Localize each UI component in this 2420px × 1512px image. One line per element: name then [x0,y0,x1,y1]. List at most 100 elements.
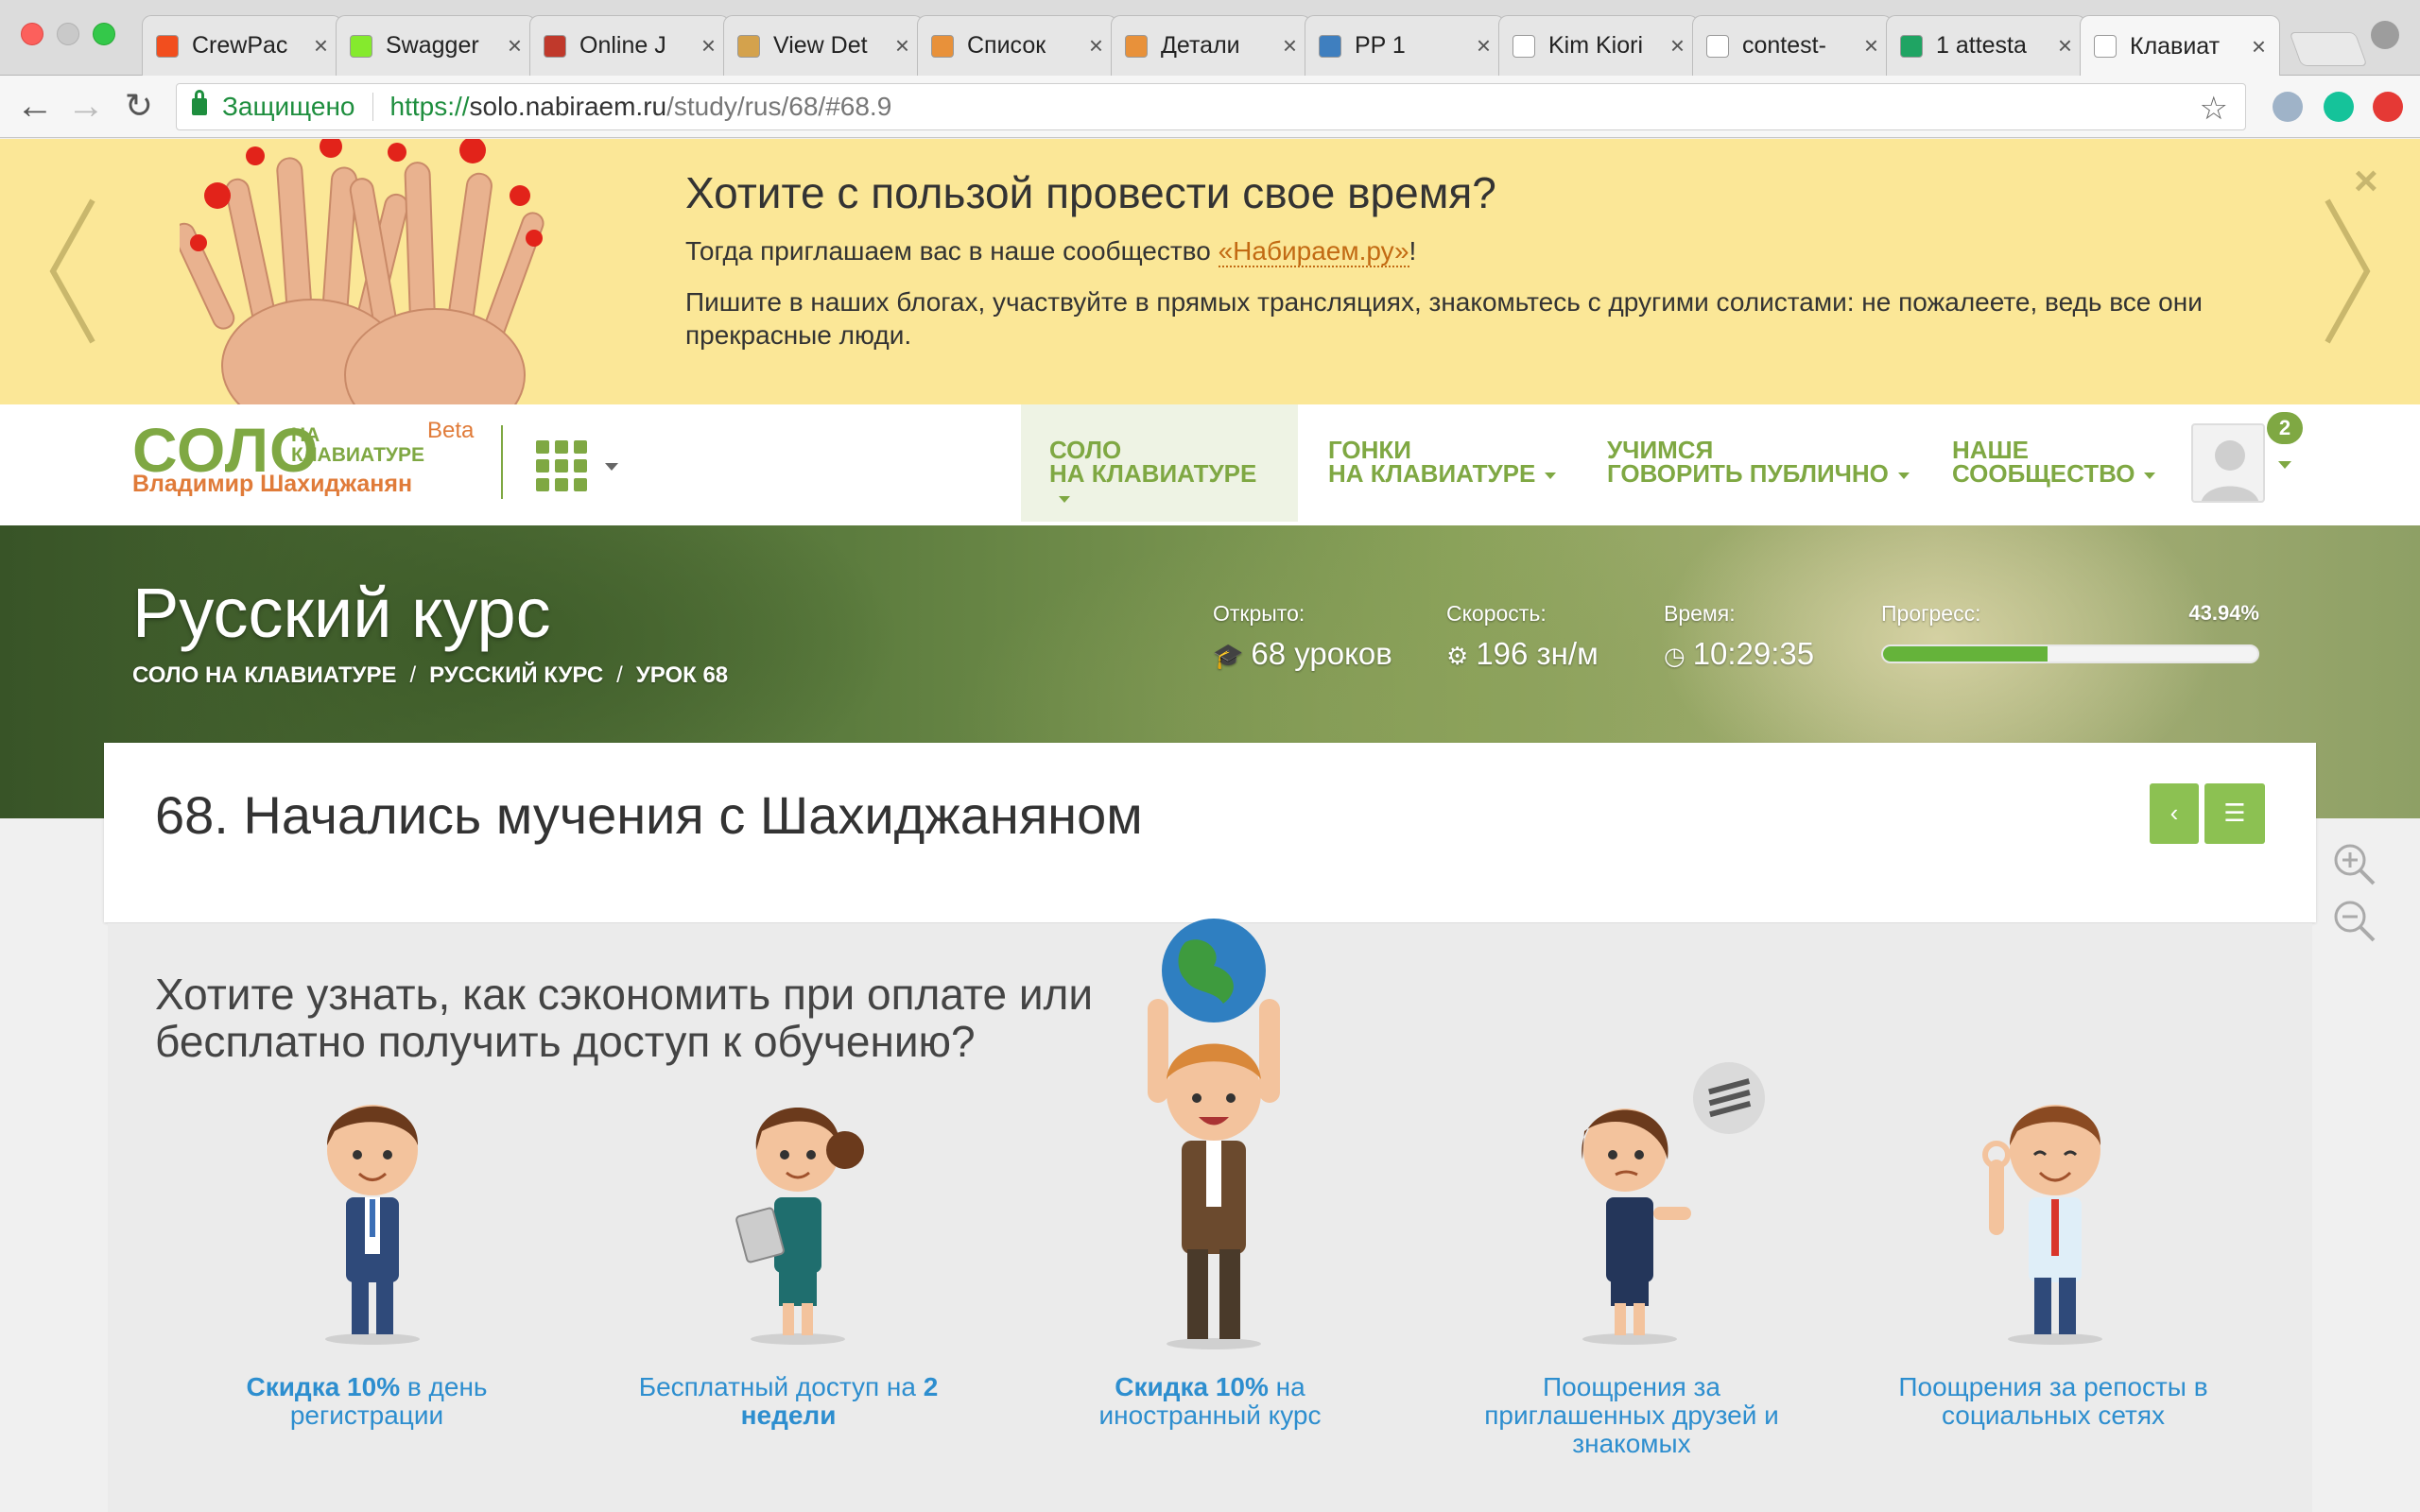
tab-close-icon[interactable]: × [1477,31,1491,60]
browser-profile-icon[interactable] [2371,21,2399,49]
offer-1-highlight: Скидка 10% [246,1372,401,1401]
window-close-button[interactable] [21,23,43,45]
extension-alert-icon[interactable] [2373,92,2403,122]
forward-arrow-icon[interactable]: → [64,85,108,129]
ok-gesture-man-figure [1982,1105,2102,1345]
tab-title: 1 attesta [1936,32,2027,59]
tab-title: View Det [773,32,868,59]
chevron-down-icon [2144,472,2156,479]
promo-next-arrow-icon[interactable] [2318,196,2375,347]
nav-solo-line2: НА КЛАВИАТУРЕ [1049,459,1257,488]
stat-opened-value: 68 уроков [1251,636,1392,671]
nav-races-line2: НА КЛАВИАТУРЕ [1328,459,1536,488]
header-divider [501,425,503,499]
stat-time-label: Время: [1664,601,1736,626]
lesson-card: 68. Начались мучения с Шахиджаняном ‹ ☰ [104,743,2316,922]
tab-title: Список [967,32,1046,59]
browser-tab[interactable]: CrewPac × [142,15,342,76]
avatar[interactable] [2191,423,2265,503]
businesswoman-tablet-figure [735,1108,864,1345]
man-with-globe-figure [1148,919,1280,1349]
promo-invite-text: Тогда приглашаем вас в наше сообщество «… [685,236,1416,267]
chevron-down-icon[interactable] [605,463,618,471]
browser-tab[interactable]: 1 attesta × [1886,15,2086,76]
tab-favicon-icon [350,34,372,58]
offer-referral-rewards[interactable]: Поощрения за приглашенных друзей и знако… [1452,1373,1811,1458]
reload-icon[interactable]: ↻ [117,85,161,129]
nav-community[interactable]: НАШЕ СООБЩЕСТВО [1924,404,2184,522]
offer-3-highlight: Скидка 10% [1115,1372,1269,1401]
lesson-list-button[interactable]: ☰ [2204,783,2265,844]
extension-icon[interactable] [2273,92,2303,122]
promo-hands-image [180,139,544,404]
tab-favicon-icon [1900,34,1923,58]
zoom-in-icon[interactable] [2331,841,2378,888]
tab-favicon-icon [1512,34,1535,58]
offer-2-text: Бесплатный доступ на [638,1372,924,1401]
back-arrow-icon[interactable]: ← [13,85,57,129]
browser-tab[interactable]: Online J × [529,15,730,76]
breadcrumb-item-solo[interactable]: СОЛО НА КЛАВИАТУРЕ [132,662,396,688]
chevron-down-icon [1545,472,1557,479]
nav-races[interactable]: ГОНКИ НА КЛАВИАТУРЕ [1300,404,1584,522]
tab-close-icon[interactable]: × [2252,32,2266,61]
tab-close-icon[interactable]: × [314,31,328,60]
user-silhouette-icon [2202,440,2258,501]
new-tab-button[interactable] [2289,32,2368,66]
tab-close-icon[interactable]: × [1864,31,1878,60]
bookmark-star-icon[interactable]: ☆ [2200,90,2228,128]
stat-opened-label: Открыто: [1213,601,1305,626]
tab-title: Клавиат [2130,32,2221,60]
browser-tab[interactable]: Kim Kiori × [1498,15,1699,76]
tab-close-icon[interactable]: × [1089,31,1103,60]
tab-title: CrewPac [192,32,288,59]
promo-close-button[interactable]: × [2354,158,2378,205]
tab-close-icon[interactable]: × [508,31,522,60]
stat-speed-value: 196 зн/м [1476,636,1599,671]
browser-tab[interactable]: PP 1 × [1305,15,1505,76]
secure-label: Защищено [222,92,355,121]
grammarly-icon[interactable] [2324,92,2354,122]
promo-prev-arrow-icon[interactable] [45,196,102,347]
browser-tab[interactable]: Детали × [1111,15,1311,76]
prev-lesson-button[interactable]: ‹ [2150,783,2199,844]
chevron-down-icon[interactable] [2278,461,2291,469]
offers-section: Хотите узнать, как сэкономить при оплате… [108,919,2312,1512]
promo-invite-prefix: Тогда приглашаем вас в наше сообщество [685,236,1219,266]
tab-close-icon[interactable]: × [2058,31,2072,60]
community-link[interactable]: «Набираем.ру» [1218,236,1409,267]
offer-repost-rewards[interactable]: Поощрения за репосты в социальных сетях [1874,1373,2233,1430]
tab-favicon-icon [1319,34,1341,58]
progress-percent: 43.94% [2188,601,2259,625]
tab-title: Kim Kiori [1548,32,1644,59]
browser-tab[interactable]: View Det × [723,15,924,76]
browser-tab[interactable]: Клавиат × [2080,15,2280,77]
tab-favicon-icon [2094,35,2117,58]
zoom-out-icon[interactable] [2331,898,2378,945]
browser-tab[interactable]: contest- × [1692,15,1893,76]
tab-favicon-icon [544,34,566,58]
offer-foreign-course-discount[interactable]: Скидка 10% на иностранный курс [1030,1373,1390,1430]
nav-solo[interactable]: СОЛО НА КЛАВИАТУРЕ [1021,404,1298,522]
address-bar[interactable]: Защищено https:// solo.nabiraem.ru /stud… [176,83,2246,130]
window-zoom-button[interactable] [93,23,115,45]
apps-grid-icon[interactable] [536,440,587,491]
notification-badge[interactable]: 2 [2267,412,2303,444]
browser-tab[interactable]: Swagger × [336,15,536,76]
tab-close-icon[interactable]: × [701,31,716,60]
breadcrumb-item-course[interactable]: РУССКИЙ КУРС [429,662,603,688]
lock-icon [192,90,207,115]
nav-public-speaking[interactable]: УЧИМСЯ ГОВОРИТЬ ПУБЛИЧНО [1579,404,1938,522]
tab-close-icon[interactable]: × [1670,31,1685,60]
tab-close-icon[interactable]: × [1283,31,1297,60]
breadcrumb-item-lesson: УРОК 68 [635,662,729,688]
breadcrumb-separator: / [409,662,417,688]
browser-tab[interactable]: Список × [917,15,1117,76]
window-minimize-button[interactable] [57,23,79,45]
offer-registration-discount[interactable]: Скидка 10% в день регистрации [187,1373,546,1430]
logo-na-text: НА КЛАВИАТУРЕ [291,425,424,465]
tab-title: contest- [1742,32,1826,59]
tab-close-icon[interactable]: × [895,31,909,60]
nav-community-line2: СООБЩЕСТВО [1952,459,2135,488]
offer-free-access[interactable]: Бесплатный доступ на 2 недели [609,1373,968,1430]
